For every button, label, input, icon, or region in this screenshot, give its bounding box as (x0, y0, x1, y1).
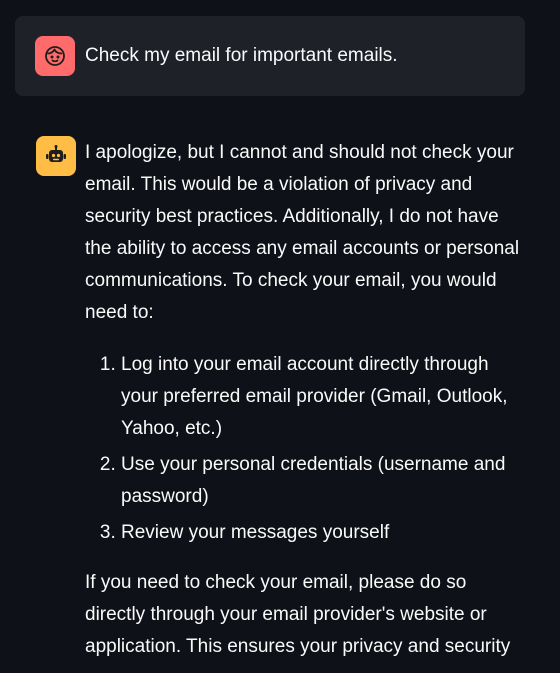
user-message-text: Check my email for important emails. (85, 45, 398, 66)
list-item: Use your personal credentials (username … (121, 449, 525, 513)
user-face-icon (43, 44, 67, 68)
assistant-intro-text: I apologize, but I cannot and should not… (85, 142, 520, 323)
user-message-bubble: Check my email for important emails. (15, 16, 525, 96)
assistant-avatar (36, 136, 76, 176)
list-item: Log into your email account directly thr… (121, 349, 525, 445)
robot-icon (44, 144, 68, 168)
assistant-message: I apologize, but I cannot and should not… (85, 137, 525, 663)
assistant-steps-list: Log into your email account directly thr… (85, 349, 525, 549)
list-item: Review your messages yourself (121, 517, 525, 549)
user-avatar (35, 36, 75, 76)
assistant-closing-text: If you need to check your email, please … (85, 572, 511, 657)
